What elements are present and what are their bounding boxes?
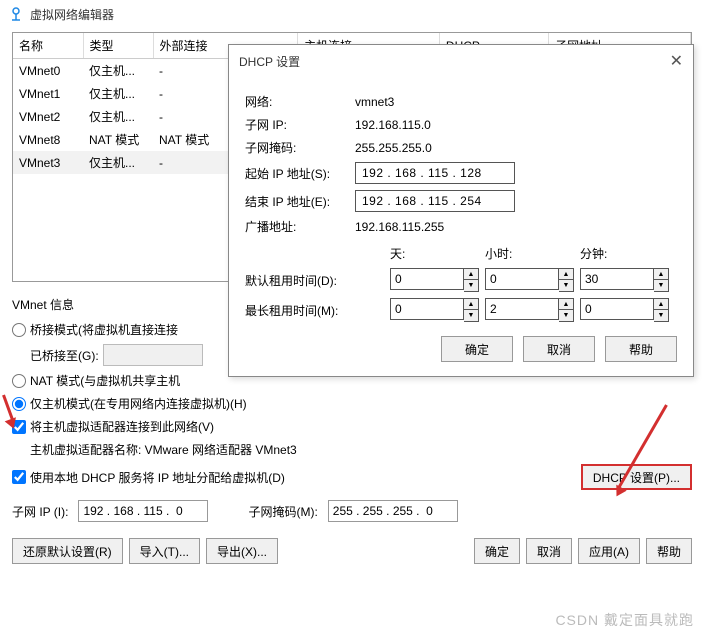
dlg-ok-button[interactable]: 确定 (441, 336, 513, 362)
default-lease-lbl: 默认租用时间(D): (245, 272, 390, 289)
window-title-bar: 虚拟网络编辑器 (0, 0, 704, 28)
dhcp-dialog: DHCP 设置 ✕ 网络:vmnet3 子网 IP:192.168.115.0 … (228, 44, 694, 377)
dlg-subnet-ip-val: 192.168.115.0 (355, 118, 431, 132)
hours-hdr: 小时: (485, 245, 580, 262)
subnet-mask-input[interactable] (328, 500, 458, 522)
chevron-up-icon: ▲ (559, 299, 573, 310)
app-icon (8, 6, 24, 22)
dlg-cancel-button[interactable]: 取消 (523, 336, 595, 362)
bridged-to-select (103, 344, 203, 366)
use-dhcp-label: 使用本地 DHCP 服务将 IP 地址分配给虚拟机(D) (30, 469, 285, 486)
bridged-to-lbl: 已桥接至(G): (30, 347, 99, 364)
max-minutes-spinner[interactable]: ▲▼ (580, 298, 675, 322)
minutes-hdr: 分钟: (580, 245, 675, 262)
end-ip-lbl: 结束 IP 地址(E): (245, 193, 355, 210)
broadcast-val: 192.168.115.255 (355, 220, 444, 234)
chevron-up-icon: ▲ (464, 299, 478, 310)
chevron-down-icon: ▼ (559, 310, 573, 321)
window-title: 虚拟网络编辑器 (30, 6, 114, 23)
dlg-subnet-ip-lbl: 子网 IP: (245, 116, 355, 133)
export-button[interactable]: 导出(X)... (206, 538, 278, 564)
network-val: vmnet3 (355, 95, 394, 109)
checkbox-use-dhcp[interactable] (12, 470, 26, 484)
subnet-ip-input[interactable] (78, 500, 208, 522)
cancel-button[interactable]: 取消 (526, 538, 572, 564)
subnet-ip-lbl: 子网 IP (I): (12, 503, 68, 520)
dlg-help-button[interactable]: 帮助 (605, 336, 677, 362)
dialog-title: DHCP 设置 (239, 53, 300, 70)
max-lease-lbl: 最长租用时间(M): (245, 302, 390, 319)
chevron-down-icon: ▼ (464, 280, 478, 291)
dhcp-settings-button[interactable]: DHCP 设置(P)... (581, 464, 692, 490)
network-lbl: 网络: (245, 93, 355, 110)
adapter-name: 主机虚拟适配器名称: VMware 网络适配器 VMnet3 (30, 441, 297, 458)
radio-nat-label: NAT 模式(与虚拟机共享主机 (30, 372, 180, 389)
dlg-subnet-mask-val: 255.255.255.0 (355, 141, 432, 155)
import-button[interactable]: 导入(T)... (129, 538, 200, 564)
chevron-down-icon: ▼ (464, 310, 478, 321)
default-hours-spinner[interactable]: ▲▼ (485, 268, 580, 292)
end-ip-input[interactable] (355, 190, 515, 212)
default-minutes-spinner[interactable]: ▲▼ (580, 268, 675, 292)
default-days-spinner[interactable]: ▲▼ (390, 268, 485, 292)
broadcast-lbl: 广播地址: (245, 218, 355, 235)
chevron-down-icon: ▼ (559, 280, 573, 291)
ok-button[interactable]: 确定 (474, 538, 520, 564)
radio-hostonly[interactable] (12, 397, 26, 411)
radio-bridge[interactable] (12, 323, 26, 337)
radio-hostonly-label: 仅主机模式(在专用网络内连接虚拟机)(H) (30, 395, 247, 412)
subnet-mask-lbl: 子网掩码(M): (248, 503, 317, 520)
restore-defaults-button[interactable]: 还原默认设置(R) (12, 538, 123, 564)
start-ip-lbl: 起始 IP 地址(S): (245, 165, 355, 182)
days-hdr: 天: (390, 245, 485, 262)
col-type[interactable]: 类型 (83, 33, 153, 59)
chevron-down-icon: ▼ (654, 280, 668, 291)
connect-adapter-label: 将主机虚拟适配器连接到此网络(V) (30, 418, 214, 435)
max-hours-spinner[interactable]: ▲▼ (485, 298, 580, 322)
close-icon[interactable]: ✕ (670, 51, 683, 71)
max-days-spinner[interactable]: ▲▼ (390, 298, 485, 322)
chevron-up-icon: ▲ (559, 269, 573, 280)
chevron-up-icon: ▲ (654, 299, 668, 310)
help-button[interactable]: 帮助 (646, 538, 692, 564)
watermark: CSDN 戴定面具就跑 (555, 610, 694, 630)
chevron-up-icon: ▲ (464, 269, 478, 280)
chevron-up-icon: ▲ (654, 269, 668, 280)
checkbox-connect-adapter[interactable] (12, 420, 26, 434)
chevron-down-icon: ▼ (654, 310, 668, 321)
apply-button[interactable]: 应用(A) (578, 538, 640, 564)
col-name[interactable]: 名称 (13, 33, 83, 59)
radio-nat[interactable] (12, 374, 26, 388)
start-ip-input[interactable] (355, 162, 515, 184)
radio-bridge-label: 桥接模式(将虚拟机直接连接 (30, 321, 178, 338)
dlg-subnet-mask-lbl: 子网掩码: (245, 139, 355, 156)
